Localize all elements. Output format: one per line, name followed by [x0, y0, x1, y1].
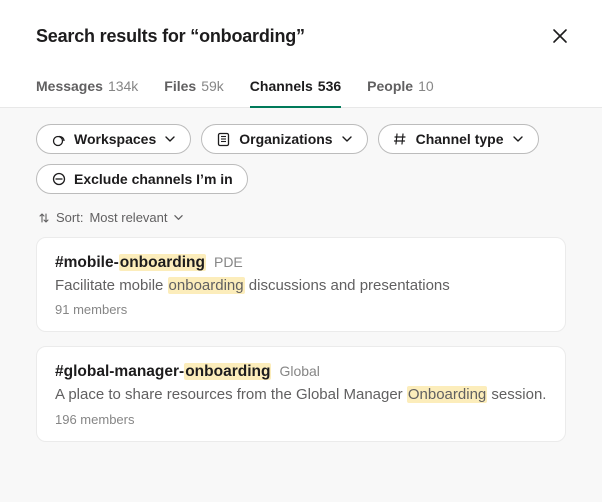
filter-label: Organizations — [239, 131, 332, 147]
results-body: Workspaces Organizations Channel type — [0, 108, 602, 502]
sort-control[interactable]: Sort: Most relevant — [38, 210, 566, 225]
workspace-tag: PDE — [214, 254, 243, 270]
result-card[interactable]: #mobile-onboarding PDE Facilitate mobile… — [36, 237, 566, 332]
tab-count: 536 — [318, 78, 341, 94]
filter-workspaces[interactable]: Workspaces — [36, 124, 191, 154]
highlight: onboarding — [184, 363, 271, 380]
search-results-panel: Search results for “onboarding” Messages… — [0, 0, 602, 502]
highlight: Onboarding — [407, 386, 487, 403]
chevron-down-icon — [174, 213, 184, 223]
channel-name: #mobile-onboarding — [55, 254, 206, 272]
page-title: Search results for “onboarding” — [36, 26, 305, 47]
sort-icon — [38, 212, 50, 224]
tab-label: People — [367, 78, 413, 94]
header: Search results for “onboarding” — [0, 0, 602, 68]
tab-label: Channels — [250, 78, 313, 94]
filter-label: Workspaces — [74, 131, 156, 147]
channel-icon — [393, 132, 408, 147]
tab-files[interactable]: Files 59k — [164, 68, 223, 108]
organization-icon — [216, 132, 231, 147]
tab-messages[interactable]: Messages 134k — [36, 68, 138, 108]
tab-count: 10 — [418, 78, 434, 94]
member-count: 91 members — [55, 302, 547, 317]
sort-value: Most relevant — [89, 210, 167, 225]
tab-count: 59k — [201, 78, 224, 94]
filter-exclude-mine[interactable]: Exclude channels I’m in — [36, 164, 248, 194]
highlight: onboarding — [119, 254, 206, 271]
close-button[interactable] — [546, 22, 574, 50]
sort-prefix: Sort: — [56, 210, 83, 225]
chevron-down-icon — [512, 133, 524, 145]
exclude-icon — [51, 172, 66, 187]
channel-description: Facilitate mobile onboarding discussions… — [55, 276, 547, 296]
filter-organizations[interactable]: Organizations — [201, 124, 367, 154]
tabs: Messages 134k Files 59k Channels 536 Peo… — [0, 68, 602, 108]
result-title-row: #mobile-onboarding PDE — [55, 254, 547, 272]
channel-description: A place to share resources from the Glob… — [55, 385, 547, 405]
tab-count: 134k — [108, 78, 138, 94]
result-title-row: #global-manager-onboarding Global — [55, 363, 547, 381]
channel-name: #global-manager-onboarding — [55, 363, 271, 381]
chevron-down-icon — [164, 133, 176, 145]
chevron-down-icon — [341, 133, 353, 145]
tab-people[interactable]: People 10 — [367, 68, 433, 108]
result-card[interactable]: #global-manager-onboarding Global A plac… — [36, 346, 566, 441]
highlight: onboarding — [168, 277, 245, 294]
filter-label: Channel type — [416, 131, 504, 147]
member-count: 196 members — [55, 412, 547, 427]
workspace-tag: Global — [279, 363, 319, 379]
close-icon — [551, 27, 569, 45]
tab-label: Files — [164, 78, 196, 94]
workspace-icon — [51, 132, 66, 147]
filter-label: Exclude channels I’m in — [74, 171, 233, 187]
tab-channels[interactable]: Channels 536 — [250, 68, 341, 108]
filter-channel-type[interactable]: Channel type — [378, 124, 539, 154]
tab-label: Messages — [36, 78, 103, 94]
filter-row: Workspaces Organizations Channel type — [36, 124, 566, 194]
